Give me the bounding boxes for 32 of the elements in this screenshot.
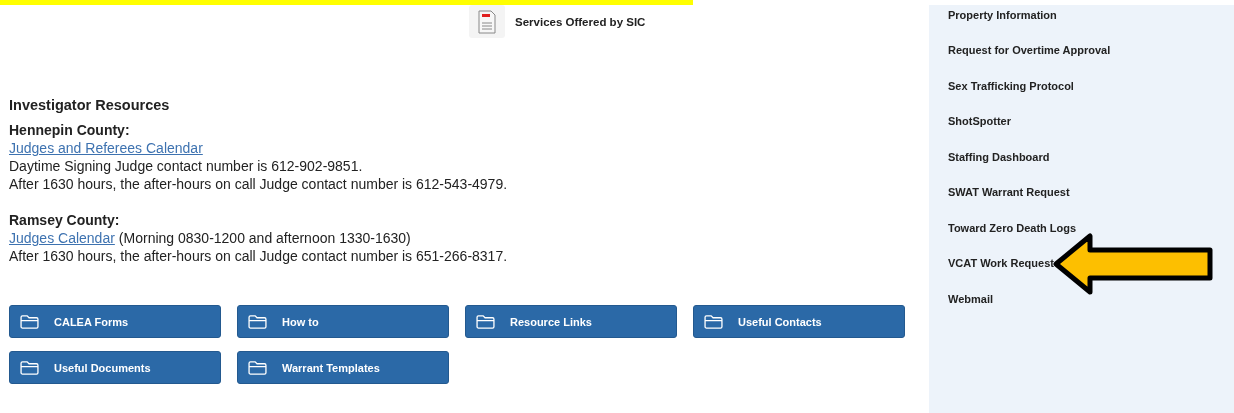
contact-text: Daytime Signing Judge contact number is 612-902-9851. <box>9 157 364 175</box>
sidebar-link[interactable]: Property Information <box>948 8 1057 21</box>
section-title: Investigator Resources <box>9 96 171 114</box>
sidebar-link[interactable]: Request for Overtime Approval <box>948 44 1111 57</box>
folder-icon <box>248 314 267 329</box>
folder-icon <box>20 314 39 329</box>
contact-text: After 1630 hours, the after-hours on call Judge contact number is 612-543-4979. <box>9 175 509 193</box>
folder-icon <box>248 360 267 375</box>
sidebar-link[interactable]: Staffing Dashboard <box>948 150 1050 163</box>
sidebar-link[interactable]: SWAT Warrant Request <box>948 186 1070 199</box>
folder-button[interactable]: Warrant Templates <box>237 351 449 384</box>
sidebar-link[interactable]: VCAT Work Request <box>948 257 1054 270</box>
file-link[interactable]: Services Offered by SIC <box>515 15 646 28</box>
folder-icon <box>704 314 723 329</box>
calendar-link[interactable]: Judges and Referees Calendar <box>9 140 203 156</box>
folder-button[interactable]: Resource Links <box>465 305 677 338</box>
sidebar-link[interactable]: Sex Trafficking Protocol <box>948 79 1074 92</box>
calendar-link[interactable]: Judges Calendar <box>9 230 115 246</box>
contact-text: After 1630 hours, the after-hours on call Judge contact number is 651-266-8317. <box>9 247 509 265</box>
folder-button[interactable]: How to <box>237 305 449 338</box>
sidebar-link[interactable]: Webmail <box>948 292 994 305</box>
folder-button[interactable]: Useful Documents <box>9 351 221 384</box>
pdf-file-icon[interactable] <box>469 5 505 38</box>
sidebar-link[interactable]: ShotSpotter <box>948 115 1011 128</box>
folder-icon <box>476 314 495 329</box>
county-heading: Hennepin County: <box>9 121 131 139</box>
folder-button[interactable]: Useful Contacts <box>693 305 905 338</box>
folder-button[interactable]: CALEA Forms <box>9 305 221 338</box>
county-heading: Ramsey County: <box>9 211 121 229</box>
sidebar-link[interactable]: Toward Zero Death Logs <box>948 221 1077 234</box>
folder-icon <box>20 360 39 375</box>
hours-note: (Morning 0830-1200 and afternoon 1330-1630) <box>118 230 411 246</box>
